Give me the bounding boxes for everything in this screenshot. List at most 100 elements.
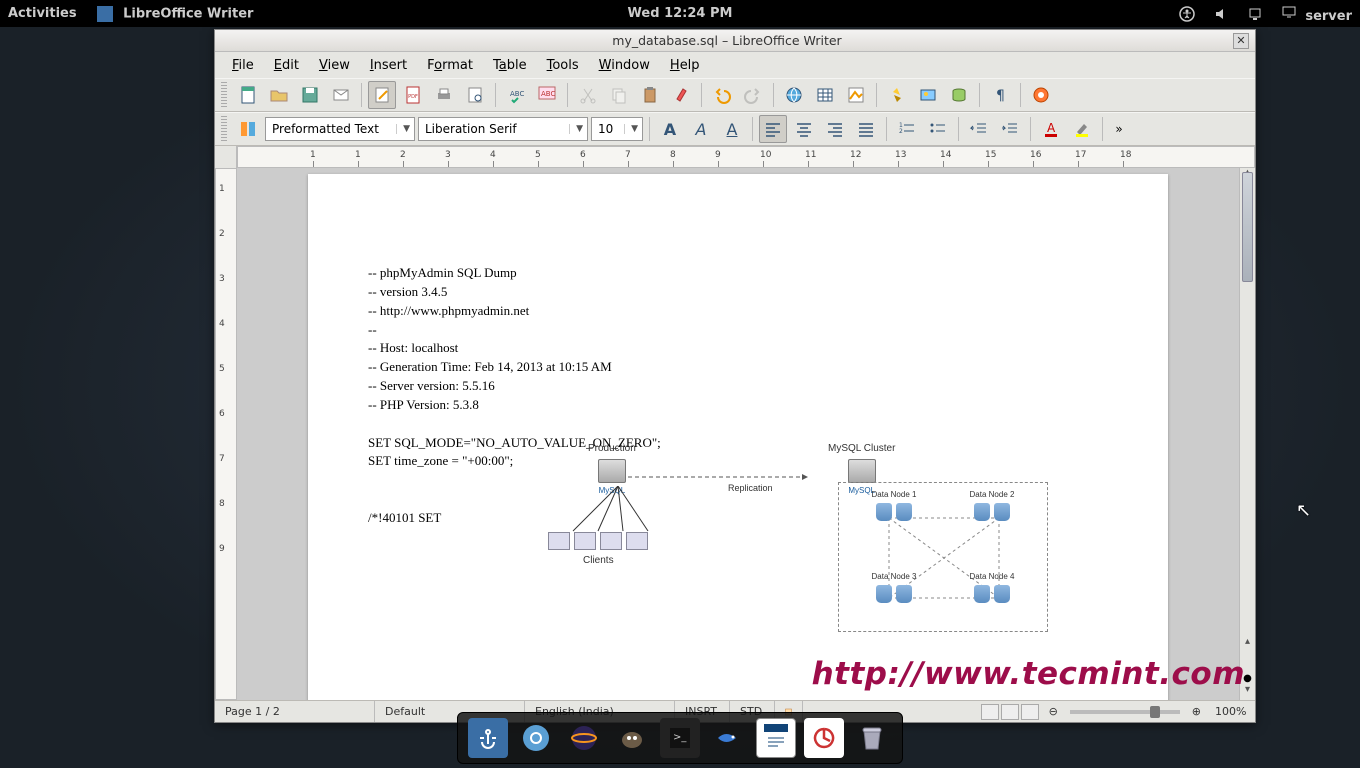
autospell-button[interactable]: ABC [533,81,561,109]
doc-line[interactable]: -- Server version: 5.5.16 [368,377,1108,396]
menu-view[interactable]: View [310,55,359,76]
increase-indent-button[interactable] [996,115,1024,143]
underline-button[interactable]: A [718,115,746,143]
doc-line[interactable]: -- Host: localhost [368,339,1108,358]
dock-chromium[interactable] [516,718,556,758]
decrease-indent-button[interactable] [965,115,993,143]
dock-bluefish[interactable] [708,718,748,758]
accessibility-icon[interactable] [1179,6,1195,22]
export-pdf-button[interactable]: PDF [399,81,427,109]
multi-page-view[interactable] [1001,704,1019,720]
open-button[interactable] [265,81,293,109]
doc-line[interactable]: -- Generation Time: Feb 14, 2013 at 10:1… [368,358,1108,377]
data-sources-button[interactable] [945,81,973,109]
paste-button[interactable] [636,81,664,109]
bold-button[interactable]: A [656,115,684,143]
doc-line[interactable]: -- version 3.4.5 [368,283,1108,302]
more-button[interactable]: » [1109,115,1129,143]
numbered-list-button[interactable]: 12 [893,115,921,143]
dock-anchor[interactable] [468,718,508,758]
format-paintbrush-button[interactable] [667,81,695,109]
vertical-ruler[interactable]: 1123456789 [215,168,237,700]
window-title: my_database.sql – LibreOffice Writer [612,33,841,48]
user-menu[interactable]: server [1281,4,1352,24]
align-center-button[interactable] [790,115,818,143]
bullet-list-button[interactable] [924,115,952,143]
email-button[interactable] [327,81,355,109]
navigator-button[interactable] [883,81,911,109]
menu-format[interactable]: Format [418,55,482,76]
font-color-button[interactable]: A [1037,115,1065,143]
doc-line[interactable]: -- PHP Version: 5.3.8 [368,396,1108,415]
dock-eclipse[interactable] [564,718,604,758]
close-button[interactable]: ✕ [1233,33,1249,49]
copy-button[interactable] [605,81,633,109]
italic-button[interactable]: A [687,115,715,143]
volume-icon[interactable] [1213,6,1229,22]
zoom-value[interactable]: 100% [1205,701,1255,722]
print-preview-button[interactable] [461,81,489,109]
dock-trash[interactable] [852,718,892,758]
undo-button[interactable] [708,81,736,109]
scroll-thumb[interactable] [1242,172,1253,282]
styles-button[interactable] [234,115,262,143]
dock-writer[interactable] [756,718,796,758]
align-left-button[interactable] [759,115,787,143]
font-size-combo[interactable]: 10▼ [591,117,643,141]
doc-line[interactable]: -- [368,321,1108,340]
menu-edit[interactable]: Edit [265,55,308,76]
menu-tools[interactable]: Tools [538,55,588,76]
active-app-indicator[interactable]: LibreOffice Writer [97,6,254,22]
activities-button[interactable]: Activities [8,6,77,21]
dock-evince[interactable] [804,718,844,758]
save-button[interactable] [296,81,324,109]
toolbar-grip[interactable] [221,82,227,108]
dock-gimp[interactable] [612,718,652,758]
table-button[interactable] [811,81,839,109]
menu-table[interactable]: Table [484,55,536,76]
doc-line[interactable]: -- phpMyAdmin SQL Dump [368,264,1108,283]
zoom-out-button[interactable]: ⊖ [1045,701,1062,722]
zoom-slider[interactable] [1070,710,1180,714]
menu-file[interactable]: File [223,55,263,76]
doc-line[interactable] [368,415,1108,434]
help-button[interactable] [1027,81,1055,109]
print-button[interactable] [430,81,458,109]
svg-text:ABC: ABC [541,90,555,98]
highlight-button[interactable] [1068,115,1096,143]
edit-mode-button[interactable] [368,81,396,109]
redo-button[interactable] [739,81,767,109]
zoom-knob[interactable] [1150,706,1160,718]
paragraph-style-combo[interactable]: Preformatted Text▼ [265,117,415,141]
toolbar-grip[interactable] [221,116,227,142]
book-view[interactable] [1021,704,1039,720]
nonprinting-chars-button[interactable]: ¶ [986,81,1014,109]
doc-line[interactable]: -- http://www.phpmyadmin.net [368,302,1108,321]
page[interactable]: -- phpMyAdmin SQL Dump-- version 3.4.5--… [308,174,1168,700]
font-name-combo[interactable]: Liberation Serif▼ [418,117,588,141]
show-draw-button[interactable] [842,81,870,109]
menu-help[interactable]: Help [661,55,709,76]
menu-insert[interactable]: Insert [361,55,416,76]
work-area: 1123456789101112131415161718 1123456789 … [215,146,1255,700]
spellcheck-button[interactable]: ABC [502,81,530,109]
titlebar[interactable]: my_database.sql – LibreOffice Writer ✕ [215,30,1255,52]
status-page[interactable]: Page 1 / 2 [215,701,375,722]
hyperlink-button[interactable] [780,81,808,109]
cut-button[interactable] [574,81,602,109]
zoom-in-button[interactable]: ⊕ [1188,701,1205,722]
new-doc-button[interactable] [234,81,262,109]
document-pane[interactable]: -- phpMyAdmin SQL Dump-- version 3.4.5--… [237,168,1239,700]
network-icon[interactable] [1247,6,1263,22]
prev-page-button[interactable]: ▴ [1240,636,1255,652]
vertical-scrollbar[interactable]: ▲ ▴ ● ▾ [1239,168,1255,700]
font-name-value: Liberation Serif [425,122,517,136]
align-justify-button[interactable] [852,115,880,143]
single-page-view[interactable] [981,704,999,720]
clock[interactable]: Wed 12:24 PM [628,6,733,21]
dock-terminal[interactable]: >_ [660,718,700,758]
gallery-button[interactable] [914,81,942,109]
align-right-button[interactable] [821,115,849,143]
horizontal-ruler[interactable]: 1123456789101112131415161718 [237,146,1255,168]
menu-window[interactable]: Window [590,55,659,76]
